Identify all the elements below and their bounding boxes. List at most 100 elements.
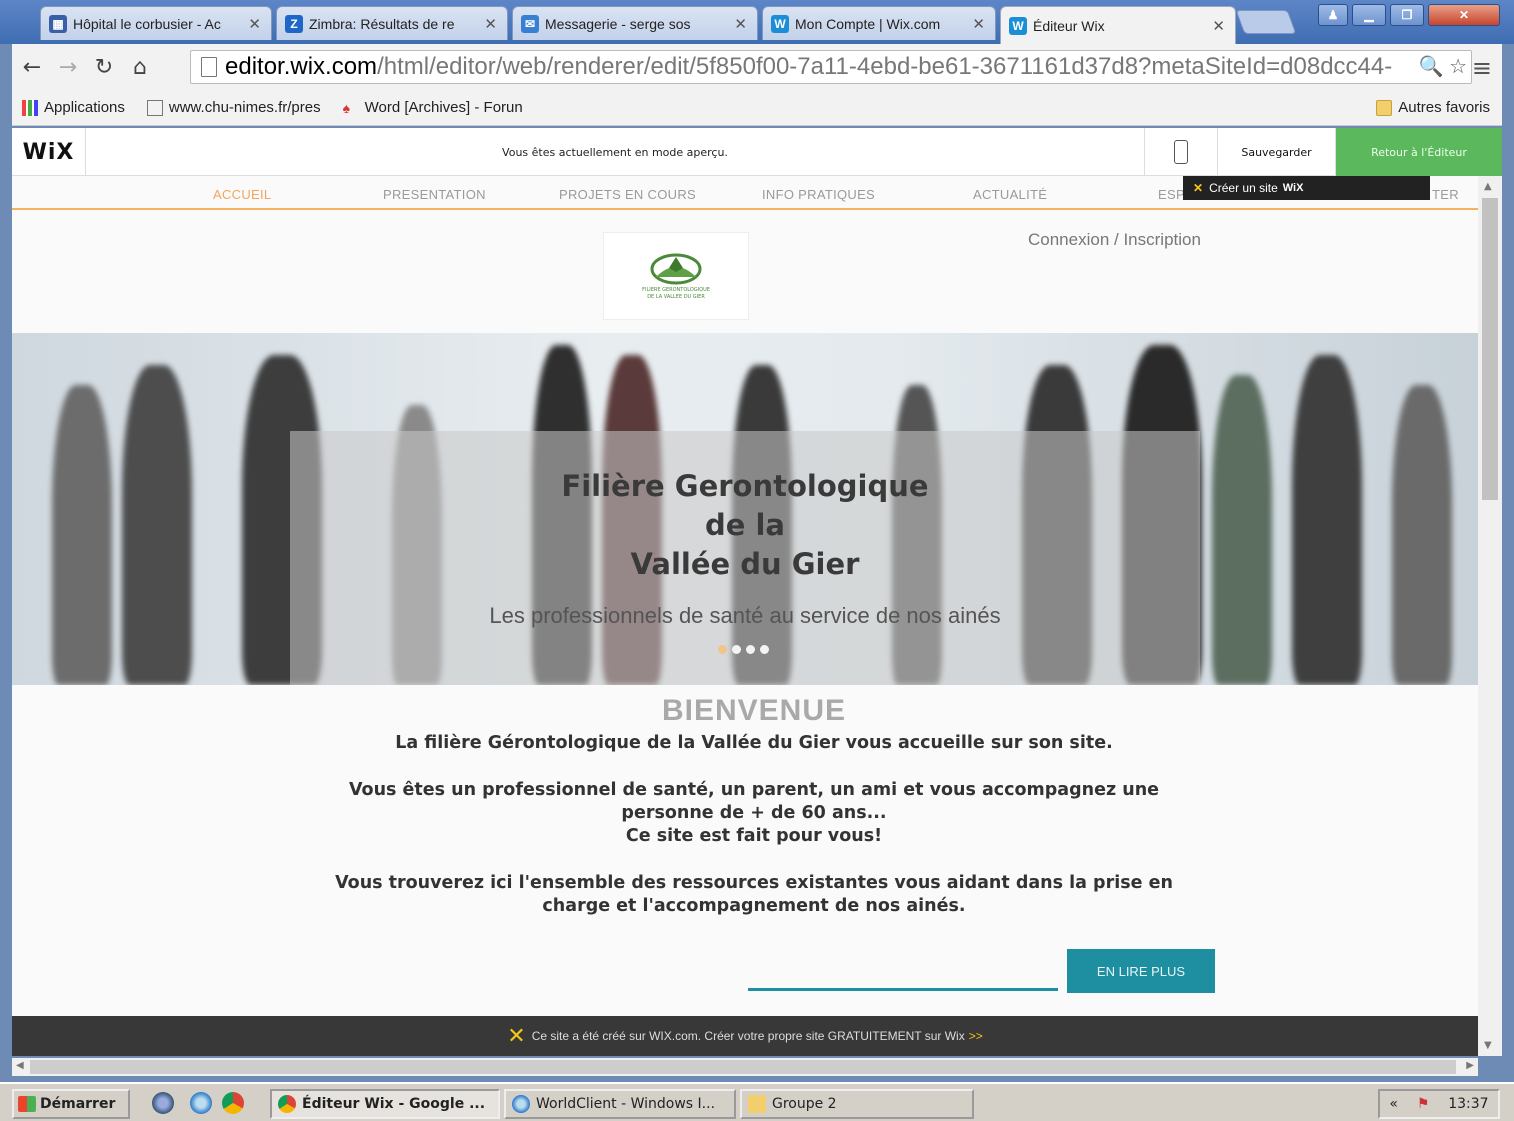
tab-label: Éditeur Wix: [1033, 17, 1105, 34]
crowd-figure: [1212, 375, 1272, 685]
minimize-button[interactable]: ▁: [1352, 4, 1386, 26]
close-window-button[interactable]: ✕: [1428, 4, 1500, 26]
hero-title-line: Vallée du Gier: [630, 547, 860, 581]
tab-wix-account[interactable]: W Mon Compte | Wix.com ✕: [762, 6, 996, 40]
bookmark-star-icon[interactable]: ☆: [1449, 56, 1467, 78]
forward-arrow-icon[interactable]: →: [52, 51, 84, 83]
wix-star-icon: ✕: [507, 1023, 526, 1049]
tray-expand-icon[interactable]: «: [1389, 1096, 1398, 1112]
slideshow-dots: [718, 645, 769, 654]
bookmark-word-forum[interactable]: ♠ Word [Archives] - Forun: [343, 99, 523, 116]
welcome-text: Vous trouverez ici l'ensemble des ressou…: [335, 873, 1173, 893]
welcome-text: La filière Gérontologique de la Vallée d…: [395, 733, 1113, 753]
create-site-banner[interactable]: ✕ Créer un site WiX: [1183, 176, 1430, 200]
logo-caption: FILIERE GERONTOLOGIQUE DE LA VALLEE DU G…: [642, 287, 710, 301]
forum-icon: ♠: [342, 99, 351, 116]
system-tray: « ⚑ 13:37: [1378, 1089, 1500, 1119]
tab-wix-editor[interactable]: W Éditeur Wix ✕: [1000, 6, 1236, 44]
address-bar[interactable]: editor.wix.com/html/editor/web/renderer/…: [190, 50, 1472, 84]
task-wix-editor[interactable]: Éditeur Wix - Google ...: [270, 1089, 500, 1119]
close-icon[interactable]: ✕: [248, 15, 261, 33]
slide-dot[interactable]: [718, 645, 727, 654]
tab-label: Messagerie - serge sos: [545, 15, 691, 32]
close-icon[interactable]: ✕: [484, 15, 497, 33]
wix-footer-banner[interactable]: ✕ Ce site a été créé sur WIX.com. Créer …: [12, 1016, 1478, 1056]
new-tab-button[interactable]: [1235, 10, 1297, 34]
bookmark-apps[interactable]: Applications: [22, 99, 125, 116]
bookmark-chu-nimes[interactable]: www.chu-nimes.fr/pres: [146, 99, 321, 116]
wix-icon: W: [771, 14, 789, 33]
nav-projets[interactable]: PROJETS EN COURS: [559, 187, 696, 202]
url-host: editor.wix.com: [225, 53, 378, 80]
internet-explorer-icon[interactable]: [190, 1092, 212, 1114]
nav-presentation[interactable]: PRESENTATION: [383, 187, 486, 202]
tab-zimbra[interactable]: Z Zimbra: Résultats de re ✕: [276, 6, 508, 40]
menu-icon[interactable]: ≡: [1472, 54, 1492, 82]
back-to-editor-button[interactable]: Retour à l'Éditeur: [1336, 128, 1502, 176]
quicklaunch-icon[interactable]: [152, 1092, 174, 1114]
read-more-button[interactable]: EN LIRE PLUS: [1067, 949, 1215, 993]
wix-logo[interactable]: WiX: [12, 128, 86, 176]
scroll-left-icon[interactable]: ◀: [16, 1060, 24, 1071]
scroll-down-icon[interactable]: ▼: [1484, 1040, 1492, 1051]
crowd-figure: [1392, 385, 1452, 685]
bookmark-label: Applications: [44, 99, 125, 116]
zimbra-icon: Z: [285, 14, 303, 33]
task-label: Éditeur Wix - Google ...: [302, 1096, 486, 1112]
nav-contacter[interactable]: TER: [1432, 187, 1459, 202]
vertical-scrollbar[interactable]: ▲ ▼: [1478, 176, 1502, 1056]
login-link[interactable]: Connexion / Inscription: [1028, 230, 1201, 250]
bookmarks-bar: Applications www.chu-nimes.fr/pres ♠ Wor…: [12, 90, 1502, 126]
maximize-button[interactable]: ❐: [1390, 4, 1424, 26]
slide-dot[interactable]: [746, 645, 755, 654]
tab-messagerie[interactable]: ✉ Messagerie - serge sos ✕: [512, 6, 758, 40]
save-button[interactable]: Sauvegarder: [1218, 128, 1336, 176]
bookmark-label: Word [Archives] - Forun: [364, 99, 523, 116]
bookmark-label: www.chu-nimes.fr/pres: [168, 99, 321, 116]
welcome-text: Ce site est fait pour vous!: [625, 826, 883, 846]
nav-accueil[interactable]: ACCUEIL: [213, 187, 271, 202]
horizontal-scrollbar[interactable]: ◀ ▶: [12, 1058, 1478, 1076]
chrome-icon: [278, 1095, 296, 1113]
antivirus-icon[interactable]: ⚑: [1417, 1096, 1430, 1112]
folder-icon: [748, 1095, 766, 1113]
page-icon: [201, 57, 217, 77]
scroll-right-icon[interactable]: ▶: [1466, 1060, 1474, 1071]
close-icon[interactable]: ✕: [1212, 17, 1225, 35]
nav-info-pratiques[interactable]: INFO PRATIQUES: [762, 187, 875, 202]
site-icon: ▦: [49, 14, 67, 33]
task-groupe2[interactable]: Groupe 2: [740, 1089, 974, 1119]
folder-icon: [1376, 99, 1393, 116]
crowd-figure: [122, 365, 192, 685]
site-logo[interactable]: FILIERE GERONTOLOGIQUE DE LA VALLEE DU G…: [603, 232, 749, 320]
back-arrow-icon[interactable]: ←: [16, 51, 48, 83]
logo-line: DE LA VALLEE DU GIER: [647, 294, 705, 300]
logo-line: FILIERE GERONTOLOGIQUE: [642, 287, 710, 293]
footer-arrows: >>: [968, 1029, 983, 1043]
nav-espace[interactable]: ESP: [1158, 187, 1185, 202]
slide-dot[interactable]: [760, 645, 769, 654]
task-worldclient[interactable]: WorldClient - Windows I...: [504, 1089, 736, 1119]
hero-title-line: Filière Gerontologique: [561, 469, 929, 503]
home-icon[interactable]: ⌂: [124, 51, 156, 83]
reload-icon[interactable]: ↻: [88, 51, 120, 83]
start-button[interactable]: Démarrer: [12, 1089, 130, 1119]
bookmark-other-favorites[interactable]: Autres favoris: [1376, 99, 1490, 116]
page-icon: [146, 99, 163, 116]
user-icon[interactable]: ♟: [1318, 4, 1348, 26]
nav-actualite[interactable]: ACTUALITÉ: [973, 187, 1047, 202]
browser-toolbar: ← → ↻ ⌂ editor.wix.com/html/editor/web/r…: [12, 44, 1502, 90]
phone-icon: [1174, 140, 1188, 164]
slide-dot[interactable]: [732, 645, 741, 654]
chrome-icon[interactable]: [222, 1092, 244, 1114]
tab-hopital[interactable]: ▦ Hôpital le corbusier - Ac ✕: [40, 6, 272, 40]
mobile-view-button[interactable]: [1144, 128, 1218, 176]
scrollbar-thumb[interactable]: [1482, 198, 1498, 500]
scrollbar-thumb[interactable]: [30, 1060, 1456, 1074]
clock[interactable]: 13:37: [1448, 1096, 1488, 1112]
scroll-up-icon[interactable]: ▲: [1484, 181, 1492, 192]
omnibox-icons: 🔍 ☆: [1414, 54, 1467, 79]
zoom-icon[interactable]: 🔍: [1419, 56, 1444, 78]
close-icon[interactable]: ✕: [972, 15, 985, 33]
close-icon[interactable]: ✕: [734, 15, 747, 33]
